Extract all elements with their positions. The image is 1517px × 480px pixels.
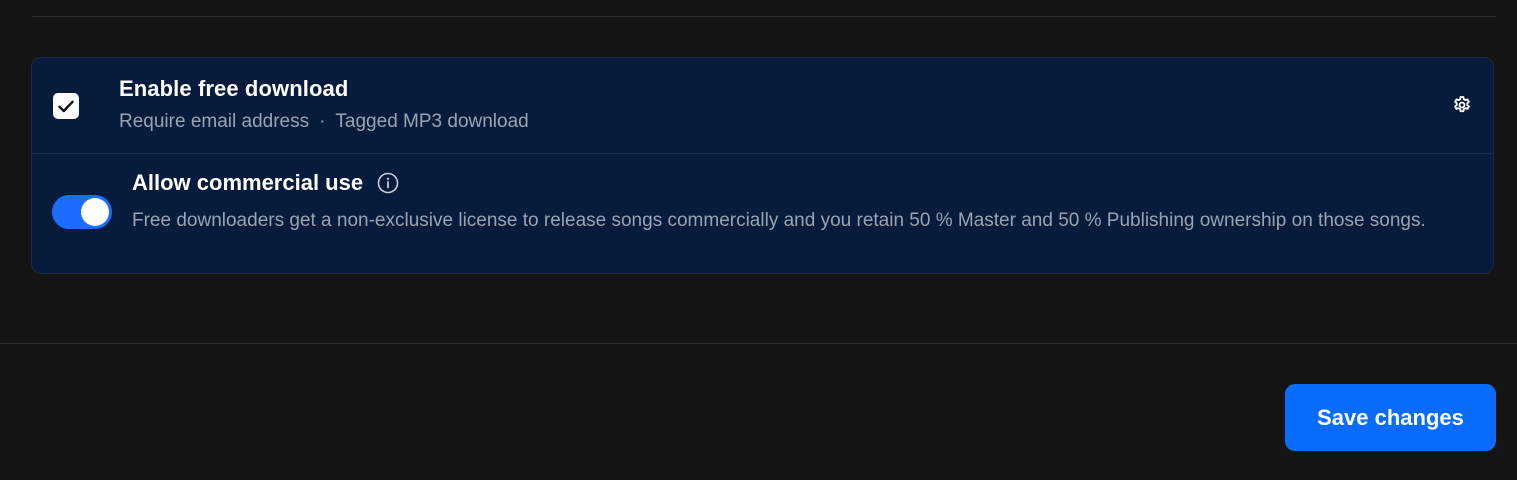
gear-icon bbox=[1454, 96, 1470, 113]
free-download-details: Require email address · Tagged MP3 downloa… bbox=[119, 111, 529, 133]
commercial-use-row: Allow commercial use Free downloaders ge… bbox=[32, 154, 1493, 273]
top-divider bbox=[32, 16, 1496, 17]
download-detail-email: Require email address bbox=[119, 111, 310, 132]
commercial-use-toggle[interactable] bbox=[52, 195, 112, 229]
commercial-use-description: Free downloaders get a non-exclusive lic… bbox=[132, 210, 1426, 231]
free-download-title: Enable free download bbox=[119, 76, 349, 101]
footer-divider bbox=[0, 343, 1517, 344]
checkmark-icon bbox=[58, 100, 74, 112]
toggle-knob bbox=[81, 198, 109, 226]
download-settings-button[interactable] bbox=[1451, 94, 1473, 116]
download-settings-card: Enable free download Require email addre… bbox=[31, 57, 1494, 274]
detail-separator: · bbox=[319, 111, 326, 132]
page: Enable free download Require email addre… bbox=[0, 0, 1517, 480]
download-detail-format: Tagged MP3 download bbox=[335, 111, 529, 132]
commercial-use-title: Allow commercial use bbox=[132, 170, 364, 195]
save-changes-button[interactable]: Save changes bbox=[1285, 384, 1496, 451]
commercial-use-heading: Allow commercial use bbox=[132, 170, 399, 196]
free-download-row: Enable free download Require email addre… bbox=[32, 58, 1493, 153]
info-icon[interactable] bbox=[377, 172, 399, 194]
free-download-checkbox[interactable] bbox=[53, 93, 79, 119]
